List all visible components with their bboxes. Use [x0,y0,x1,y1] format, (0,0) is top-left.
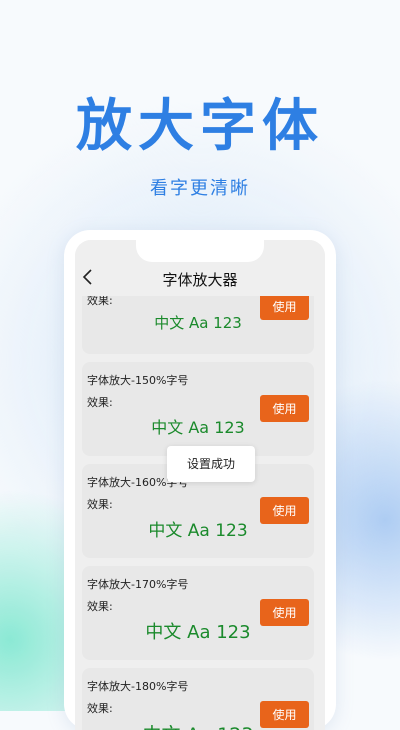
use-button[interactable]: 使用 [260,497,309,524]
use-button[interactable]: 使用 [260,293,309,320]
card-effect-label: 效果: [87,498,113,511]
list-item: 字体放大-180%字号 效果: 中文 Aa 123 使用 [82,668,314,730]
card-title: 字体放大-150%字号 [87,374,189,387]
use-button[interactable]: 使用 [260,701,309,728]
page-title: 字体放大器 [162,271,238,289]
toast-message: 设置成功 [167,446,255,482]
phone-notch [136,240,264,262]
hero-subtitle: 看字更清晰 [150,178,250,199]
card-title: 字体放大-180%字号 [87,680,189,693]
hero-title: 放大字体 [76,94,324,159]
card-effect-label: 效果: [87,396,113,409]
list-item: 字体放大-150%字号 效果: 中文 Aa 123 使用 [82,362,314,456]
list-item: 字体放大-170%字号 效果: 中文 Aa 123 使用 [82,566,314,660]
phone-frame: 字体放大器 效果: 中文 Aa 123 使用 字体放大-150%字号 效果: 中… [64,230,336,730]
card-effect-label: 效果: [87,702,113,715]
app-screen: 字体放大器 效果: 中文 Aa 123 使用 字体放大-150%字号 效果: 中… [75,240,325,730]
use-button[interactable]: 使用 [260,395,309,422]
card-title: 字体放大-170%字号 [87,578,189,591]
use-button[interactable]: 使用 [260,599,309,626]
card-effect-label: 效果: [87,600,113,613]
